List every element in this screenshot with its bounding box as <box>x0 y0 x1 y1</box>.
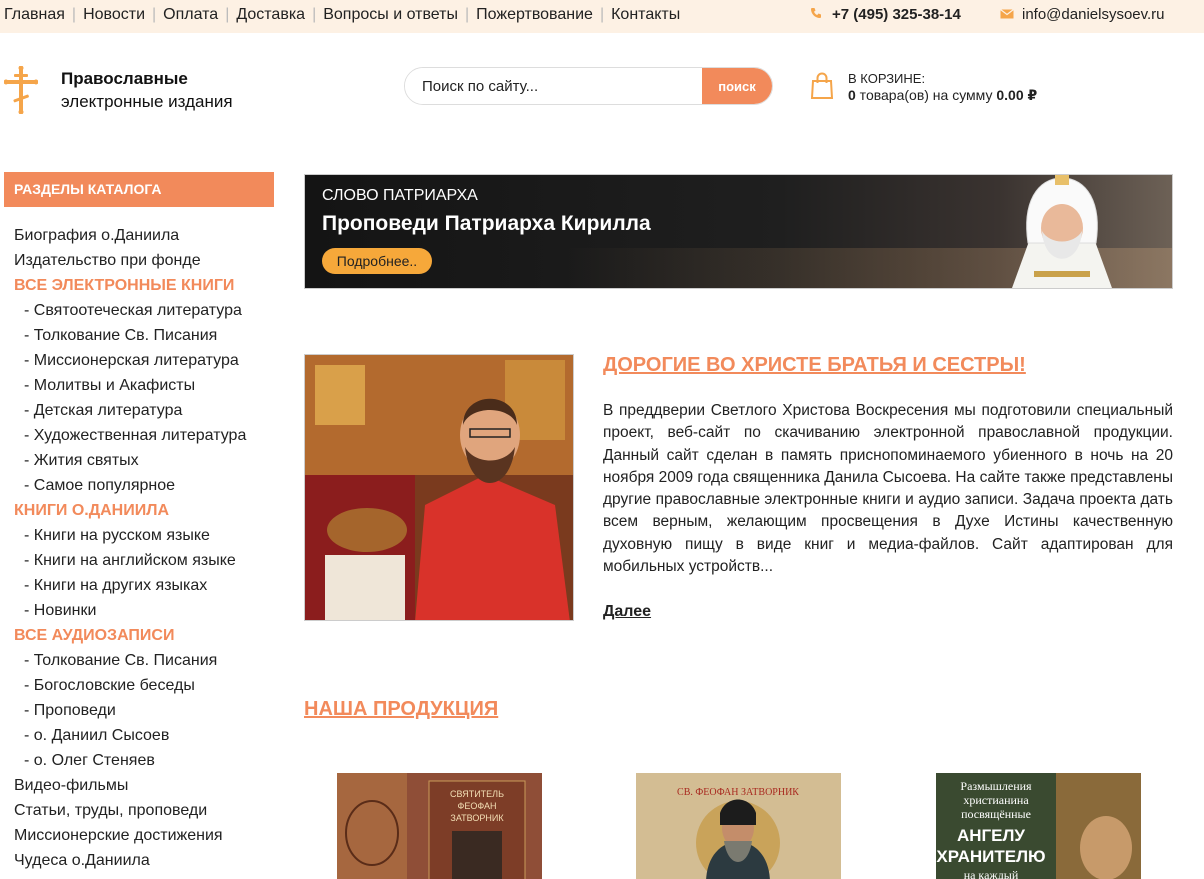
product-card[interactable]: СВ. ФЕОФАН ЗАТВОРНИК <box>636 773 841 879</box>
catalog-heading: РАЗДЕЛЫ КАТАЛОГА <box>4 172 274 207</box>
book-cover-line: на каждый <box>964 868 1019 879</box>
catalog-item[interactable]: - о. Олег Стеняев <box>14 751 246 776</box>
nav-separator: | <box>599 6 605 23</box>
nav-contacts[interactable]: Контакты <box>611 6 680 23</box>
patriarch-banner[interactable]: СЛОВО ПАТРИАРХА Проповеди Патриарха Кири… <box>304 174 1173 289</box>
catalog-item[interactable]: Видео-фильмы <box>14 776 246 801</box>
banner-kicker: СЛОВО ПАТРИАРХА <box>322 187 478 204</box>
book-cover-line: посвящённые <box>961 807 1031 821</box>
catalog-item[interactable]: - Детская литература <box>14 401 246 426</box>
catalog-item[interactable]: - Книги на английском языке <box>14 551 246 576</box>
cart-summary[interactable]: 0 товара(ов) на сумму 0.00 ₽ <box>848 87 1037 104</box>
catalog-item[interactable]: - Новинки <box>14 601 246 626</box>
product-card[interactable]: Размышления христианина посвящённые АНГЕ… <box>936 773 1141 879</box>
nav-separator: | <box>312 6 317 23</box>
book-cover-line: ЗАТВОРНИК <box>450 813 504 823</box>
catalog-item[interactable]: Статьи, труды, проповеди <box>14 801 246 826</box>
search-button[interactable]: поиск <box>702 68 772 104</box>
product-card[interactable]: СВЯТИТЕЛЬ ФЕОФАН ЗАТВОРНИК <box>337 773 542 879</box>
catalog-item[interactable]: Чудеса о.Даниила <box>14 851 246 876</box>
nav-separator: | <box>464 6 470 23</box>
nav-home[interactable]: Главная <box>4 6 65 23</box>
nav-separator: | <box>71 6 77 23</box>
book-cover-line: СВ. ФЕОФАН ЗАТВОРНИК <box>677 787 799 798</box>
catalog-item[interactable]: - Миссионерская литература <box>14 351 246 376</box>
logo-subtitle[interactable]: электронные издания <box>61 92 233 112</box>
patriarch-portrait-image <box>1012 175 1112 288</box>
phone-number: +7 (495) 325-38-14 <box>832 6 961 23</box>
catalog-item[interactable]: - Богословские беседы <box>14 676 246 701</box>
catalog-item[interactable]: - Проповеди <box>14 701 246 726</box>
book-cover-line: ФЕОФАН <box>458 801 497 811</box>
catalog-category[interactable]: ВСЕ АУДИОЗАПИСИ <box>14 626 246 651</box>
nav-news[interactable]: Новости <box>83 6 145 23</box>
priest-photo <box>304 354 574 621</box>
article-body: В преддверии Светлого Христова Воскресен… <box>603 402 1173 576</box>
book-cover-line: ХРАНИТЕЛЮ <box>936 847 1045 866</box>
banner-more-button[interactable]: Подробнее.. <box>322 248 432 274</box>
email-contact[interactable]: info@danielsysoev.ru <box>1000 6 1165 23</box>
book-cover-image: СВЯТИТЕЛЬ ФЕОФАН ЗАТВОРНИК <box>337 773 542 879</box>
article-more-link[interactable]: Далее <box>603 603 651 621</box>
book-cover-line: Размышления <box>960 779 1032 793</box>
nav-separator: | <box>152 6 157 23</box>
mail-icon <box>1000 7 1014 22</box>
nav-delivery[interactable]: Доставка <box>236 6 305 23</box>
catalog-item[interactable]: - Книги на других языках <box>14 576 246 601</box>
nav-payment[interactable]: Оплата <box>163 6 218 23</box>
phone-contact[interactable]: +7 (495) 325-38-14 <box>810 6 961 23</box>
catalog-item[interactable]: - Самое популярное <box>14 476 246 501</box>
orthodox-cross-icon[interactable] <box>4 66 38 114</box>
cart-label: В КОРЗИНЕ: <box>848 71 926 86</box>
nav-faq[interactable]: Вопросы и ответы <box>323 6 458 23</box>
book-cover-line: христианина <box>963 793 1029 807</box>
catalog-item[interactable]: - Святоотеческая литература <box>14 301 246 326</box>
nav-separator: | <box>225 6 230 23</box>
catalog-item[interactable]: - Жития святых <box>14 451 246 476</box>
email-address: info@danielsysoev.ru <box>1022 6 1165 23</box>
catalog-item[interactable]: Издательство при фонде <box>14 251 246 276</box>
priest-photo-image <box>305 355 573 620</box>
top-bar: Главная | Новости | Оплата | Доставка | Вопросы … <box>0 0 1204 33</box>
catalog-item[interactable]: - Молитвы и Акафисты <box>14 376 246 401</box>
cart-count: 0 <box>848 87 856 103</box>
search-form: поиск <box>404 67 773 105</box>
catalog-category[interactable]: КНИГИ О.ДАНИИЛА <box>14 501 246 526</box>
catalog-item[interactable]: - о. Даниил Сысоев <box>14 726 246 751</box>
book-cover-line: СВЯТИТЕЛЬ <box>450 789 504 799</box>
book-cover-image: СВ. ФЕОФАН ЗАТВОРНИК <box>636 773 841 879</box>
nav-donation[interactable]: Пожертвование <box>476 6 593 23</box>
catalog-menu: Биография о.Даниила Издательство при фонд… <box>14 226 246 876</box>
products-title[interactable]: НАША ПРОДУКЦИЯ <box>304 698 498 721</box>
catalog-category[interactable]: ВСЕ ЭЛЕКТРОННЫЕ КНИГИ <box>14 276 246 301</box>
article-title[interactable]: ДОРОГИЕ ВО ХРИСТЕ БРАТЬЯ И СЕСТРЫ! <box>603 354 1026 377</box>
catalog-item[interactable]: - Книги на русском языке <box>14 526 246 551</box>
banner-title: Проповеди Патриарха Кирилла <box>322 212 651 235</box>
phone-icon <box>810 7 824 22</box>
cart-count-suffix: товара(ов) на сумму <box>855 87 997 103</box>
top-nav: Главная | Новости | Оплата | Доставка | Вопросы … <box>4 6 680 24</box>
catalog-item[interactable]: Биография о.Даниила <box>14 226 246 251</box>
cart-sum: 0.00 ₽ <box>996 87 1038 103</box>
catalog-item[interactable]: - Толкование Св. Писания <box>14 326 246 351</box>
search-input[interactable] <box>405 68 703 104</box>
catalog-item[interactable]: - Художественная литература <box>14 426 246 451</box>
catalog-item[interactable]: Миссионерские достижения <box>14 826 246 851</box>
logo-title[interactable]: Православные <box>61 69 188 89</box>
book-cover-line: АНГЕЛУ <box>957 826 1025 845</box>
catalog-item[interactable]: - Толкование Св. Писания <box>14 651 246 676</box>
shopping-bag-icon[interactable] <box>810 72 834 100</box>
book-cover-image: Размышления христианина посвящённые АНГЕ… <box>936 773 1141 879</box>
